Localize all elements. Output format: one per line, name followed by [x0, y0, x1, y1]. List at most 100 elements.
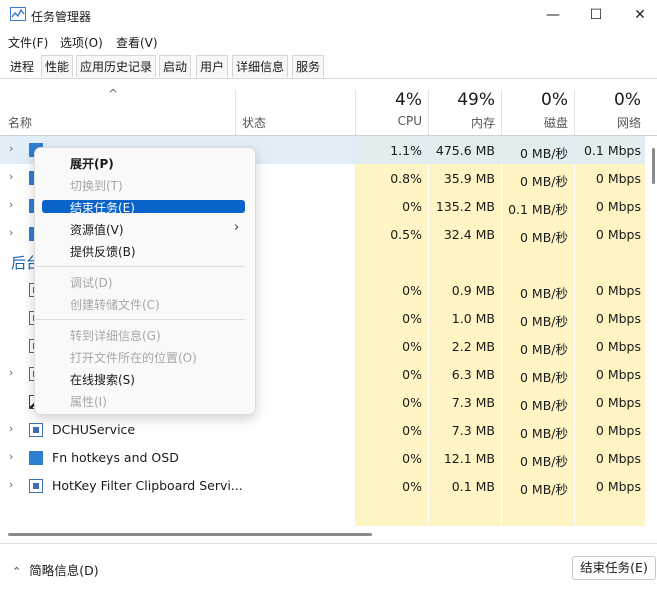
cpu-value: 0% [402, 311, 422, 326]
memory-value: 1.0 MB [451, 311, 495, 326]
disk-value: 0 MB/秒 [520, 482, 568, 497]
ctx-end-task[interactable]: 结束任务(E) [70, 199, 135, 216]
memory-value: 35.9 MB [443, 171, 495, 186]
process-name: DCHUService [52, 422, 136, 437]
expand-chevron-icon[interactable]: › [9, 198, 13, 211]
cpu-total[interactable]: 4% [360, 90, 422, 110]
cpu-value: 1.1% [390, 143, 422, 158]
cpu-value: 0% [402, 451, 422, 466]
memory-value: 6.3 MB [451, 367, 495, 382]
cpu-value: 0% [402, 395, 422, 410]
app-icon [29, 451, 43, 465]
disk-value: 0 MB/秒 [520, 230, 568, 245]
disk-value: 0 MB/秒 [520, 342, 568, 357]
menu-file[interactable]: 文件(F) [8, 34, 48, 51]
cpu-value: 0% [402, 367, 422, 382]
column-name[interactable]: 名称 [8, 114, 32, 131]
service-icon [29, 479, 43, 493]
column-memory[interactable]: 内存 [432, 114, 495, 131]
disk-value: 0 MB/秒 [520, 174, 568, 189]
tab-users[interactable]: 用户 [196, 55, 229, 77]
vertical-scroll-thumb[interactable] [652, 148, 655, 184]
memory-value: 2.2 MB [451, 339, 495, 354]
ctx-resource-values[interactable]: 资源值(V) [70, 221, 124, 238]
ctx-search-online[interactable]: 在线搜索(S) [70, 371, 135, 388]
memory-value: 475.6 MB [435, 143, 495, 158]
network-value: 0 Mbps [595, 479, 641, 494]
column-cpu[interactable]: CPU [360, 114, 422, 128]
expand-chevron-icon[interactable]: › [9, 366, 13, 379]
disk-value: 0 MB/秒 [520, 314, 568, 329]
tab-processes[interactable]: 进程 [6, 55, 39, 77]
service-icon [29, 423, 43, 437]
cpu-value: 0% [402, 199, 422, 214]
title-bar: 任务管理器 — ☐ ✕ [0, 0, 657, 30]
disk-value: 0 MB/秒 [520, 370, 568, 385]
table-row[interactable]: › DCHUService 0% 7.3 MB 0 MB/秒 0 Mbps [0, 416, 657, 444]
less-details-button[interactable]: ⌃ 简略信息(D) [12, 560, 99, 579]
cpu-value: 0.8% [390, 171, 422, 186]
memory-value: 7.3 MB [451, 395, 495, 410]
column-disk[interactable]: 磁盘 [505, 114, 568, 131]
less-details-label: 简略信息(D) [29, 563, 99, 578]
memory-value: 7.3 MB [451, 423, 495, 438]
disk-value: 0 MB/秒 [520, 286, 568, 301]
table-row[interactable]: › Fn hotkeys and OSD 0% 12.1 MB 0 MB/秒 0 Mbps [0, 444, 657, 472]
expand-chevron-icon[interactable]: › [9, 478, 13, 491]
column-status[interactable]: 状态 [242, 114, 266, 131]
disk-value: 0.1 MB/秒 [508, 202, 568, 217]
sort-arrow-icon: ^ [108, 87, 119, 101]
expand-chevron-icon[interactable]: › [9, 450, 13, 463]
ctx-go-to-details: 转到详细信息(G) [70, 329, 161, 343]
ctx-switch-to: 切换到(T) [70, 179, 123, 193]
network-value: 0 Mbps [595, 171, 641, 186]
task-manager-icon [10, 7, 26, 21]
table-row[interactable]: › HotKey Filter Clipboard Servi... 0% 0.1 M… [0, 472, 657, 500]
column-divider [574, 90, 575, 135]
ctx-expand[interactable]: 展开(P) [70, 155, 114, 172]
context-menu-separator [36, 266, 245, 267]
memory-value: 12.1 MB [443, 451, 495, 466]
column-network[interactable]: 网络 [578, 114, 641, 131]
disk-value: 0 MB/秒 [520, 398, 568, 413]
context-menu [34, 147, 256, 415]
submenu-arrow-icon: › [234, 220, 240, 235]
cpu-value: 0.5% [390, 227, 422, 242]
expand-chevron-icon[interactable]: › [9, 226, 13, 239]
menu-options[interactable]: 选项(O) [60, 34, 103, 51]
memory-total[interactable]: 49% [432, 90, 495, 110]
tab-performance[interactable]: 性能 [41, 55, 74, 77]
cpu-value: 0% [402, 283, 422, 298]
expand-chevron-icon[interactable]: › [9, 170, 13, 183]
tab-app-history[interactable]: 应用历史记录 [76, 55, 157, 77]
chevron-up-icon: ⌃ [12, 565, 22, 578]
network-value: 0 Mbps [595, 283, 641, 298]
ctx-feedback[interactable]: 提供反馈(B) [70, 243, 136, 260]
expand-chevron-icon[interactable]: › [9, 422, 13, 435]
disk-total[interactable]: 0% [505, 90, 568, 110]
network-total[interactable]: 0% [578, 90, 641, 110]
context-menu-separator [36, 319, 245, 320]
horizontal-scroll-thumb[interactable] [8, 533, 372, 536]
end-task-button[interactable]: 结束任务(E) [572, 556, 656, 580]
cpu-value: 0% [402, 479, 422, 494]
minimize-button[interactable]: — [530, 0, 576, 30]
tab-startup[interactable]: 启动 [159, 55, 192, 77]
expand-chevron-icon[interactable]: › [9, 142, 13, 155]
disk-value: 0 MB/秒 [520, 146, 568, 161]
tab-services[interactable]: 服务 [292, 55, 325, 77]
maximize-icon: ☐ [589, 7, 603, 23]
network-value: 0 Mbps [595, 227, 641, 242]
tab-details[interactable]: 详细信息 [232, 55, 289, 77]
memory-value: 0.1 MB [451, 479, 495, 494]
column-divider [501, 90, 502, 135]
network-value: 0.1 Mbps [583, 143, 641, 158]
menu-view[interactable]: 查看(V) [116, 34, 158, 51]
column-divider [235, 90, 236, 135]
process-name: Fn hotkeys and OSD [52, 450, 179, 465]
maximize-button[interactable]: ☐ [573, 0, 619, 30]
close-button[interactable]: ✕ [617, 0, 657, 30]
disk-value: 0 MB/秒 [520, 426, 568, 441]
disk-value: 0 MB/秒 [520, 454, 568, 469]
window-title: 任务管理器 [31, 10, 92, 24]
